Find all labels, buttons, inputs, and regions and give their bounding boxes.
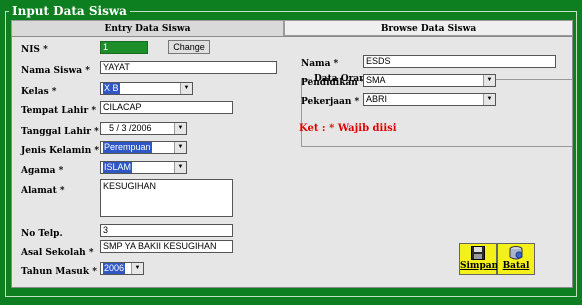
kelas-value: X B	[103, 83, 120, 94]
chevron-down-icon[interactable]: ▼	[174, 142, 186, 153]
asal-sekolah-input[interactable]: SMP YA BAKII KESUGIHAN	[100, 240, 233, 253]
chevron-down-icon[interactable]: ▼	[131, 263, 143, 274]
tab-browse-data-siswa[interactable]: Browse Data Siswa	[284, 20, 573, 36]
asal-sekolah-label: Asal Sekolah *	[21, 248, 94, 258]
chevron-down-icon[interactable]: ▼	[174, 162, 186, 173]
floppy-disk-icon	[471, 246, 485, 260]
batal-button[interactable]: Batal	[497, 243, 535, 275]
data-orang-tua-group: Data Orang Tua	[301, 74, 573, 147]
tab-entry-data-siswa[interactable]: Entry Data Siswa	[11, 20, 284, 36]
tempat-lahir-label: Tempat Lahir *	[21, 106, 97, 116]
pendidikan-label: Pendidikan *	[301, 78, 366, 88]
tab-bar: Entry Data Siswa Browse Data Siswa	[11, 20, 573, 36]
kelas-select[interactable]: X B ▼	[100, 82, 193, 95]
tahun-masuk-value: 2006	[103, 263, 126, 274]
jenis-kelamin-label: Jenis Kelamin *	[21, 146, 100, 156]
nis-field[interactable]: 1	[100, 41, 148, 54]
required-note: Ket : * Wajib diisi	[299, 123, 397, 134]
pendidikan-select[interactable]: SMA ▼	[363, 74, 496, 87]
kelas-label: Kelas *	[21, 87, 57, 97]
database-icon	[509, 246, 523, 260]
batal-label: Batal	[502, 261, 530, 271]
tanggal-lahir-value: 5 / 3 /2006	[109, 123, 152, 133]
simpan-button[interactable]: Simpan	[459, 243, 499, 275]
nama-siswa-input[interactable]: YAYAT	[100, 61, 277, 74]
no-telp-label: No Telp.	[21, 229, 63, 239]
pekerjaan-select[interactable]: ABRI ▼	[363, 93, 496, 106]
no-telp-input[interactable]: 3	[100, 224, 233, 237]
chevron-down-icon[interactable]: ▼	[483, 94, 495, 105]
tahun-masuk-select[interactable]: 2006 ▼	[100, 262, 144, 275]
ortu-nama-label: Nama *	[301, 59, 339, 69]
nis-label: NIS *	[21, 45, 48, 55]
agama-label: Agama *	[21, 166, 64, 176]
chevron-down-icon[interactable]: ▼	[180, 83, 192, 94]
chevron-down-icon[interactable]: ▼	[483, 75, 495, 86]
ortu-nama-input[interactable]: ESDS	[363, 55, 556, 68]
change-button[interactable]: Change	[168, 40, 210, 54]
simpan-label: Simpan	[460, 261, 499, 271]
app-window: Input Data Siswa Entry Data Siswa Browse…	[0, 0, 582, 305]
jenis-kelamin-value: Perempuan	[103, 142, 152, 153]
tahun-masuk-label: Tahun Masuk *	[21, 267, 97, 277]
pekerjaan-value: ABRI	[366, 94, 388, 104]
pendidikan-value: SMA	[366, 75, 386, 85]
window-title: Input Data Siswa	[9, 4, 130, 18]
alamat-textarea[interactable]: KESUGIHAN	[100, 179, 233, 217]
agama-value: ISLAM	[103, 162, 133, 173]
tempat-lahir-input[interactable]: CILACAP	[100, 101, 233, 114]
chevron-down-icon[interactable]: ▼	[174, 123, 186, 134]
jenis-kelamin-select[interactable]: Perempuan ▼	[100, 141, 187, 154]
nama-siswa-label: Nama Siswa *	[21, 66, 90, 76]
tanggal-lahir-picker[interactable]: 5 / 3 /2006 ▼	[100, 122, 187, 135]
alamat-label: Alamat *	[21, 186, 65, 196]
agama-select[interactable]: ISLAM ▼	[100, 161, 187, 174]
entry-panel: NIS * 1 Change Nama Siswa * YAYAT Kelas …	[11, 36, 573, 288]
pekerjaan-label: Pekerjaan *	[301, 97, 360, 107]
tanggal-lahir-label: Tanggal Lahir *	[21, 127, 99, 137]
